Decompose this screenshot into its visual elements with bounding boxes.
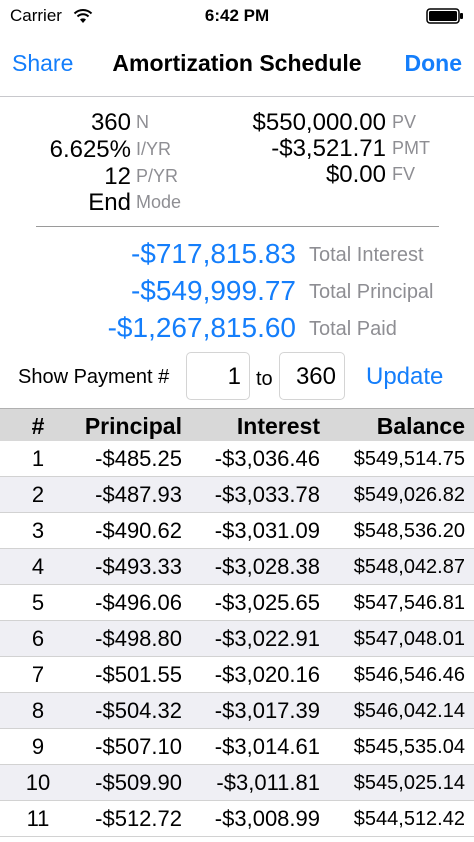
mode-label: Mode: [136, 192, 182, 212]
table-row: 1 -$485.25 -$3,036.46 $549,514.75: [0, 441, 474, 477]
clock: 6:42 PM: [204, 6, 270, 25]
row-balance: $546,546.46: [353, 664, 465, 686]
row-principal: -$496.06: [95, 590, 182, 615]
n-label: N: [136, 112, 149, 132]
row-balance: $549,514.75: [353, 448, 465, 470]
pmt-label: PMT: [392, 138, 430, 158]
table-row: 9 -$507.10 -$3,014.61 $545,535.04: [0, 729, 474, 765]
total-principal-label: Total Principal: [309, 281, 434, 303]
table-row: 10 -$509.90 -$3,011.81 $545,025.14: [0, 765, 474, 801]
row-interest: -$3,028.38: [214, 554, 320, 579]
row-number: 10: [25, 770, 51, 795]
total-paid-value: -$1,267,815.60: [107, 312, 296, 343]
row-balance: $549,026.82: [353, 484, 465, 506]
header-balance: Balance: [376, 413, 465, 439]
fv-value: $0.00: [325, 161, 386, 188]
table-header: # Principal Interest Balance: [0, 408, 474, 441]
row-balance: $547,048.01: [353, 628, 465, 650]
row-principal: -$507.10: [95, 734, 182, 759]
total-principal-value: -$549,999.77: [130, 275, 296, 306]
row-principal: -$498.80: [95, 626, 182, 651]
row-number: 4: [31, 554, 45, 579]
row-interest: -$3,011.81: [216, 770, 320, 795]
payment-to-field[interactable]: 360: [279, 352, 345, 400]
row-interest: -$3,020.16: [214, 662, 320, 687]
page-title: Amortization Schedule: [112, 50, 362, 76]
update-button[interactable]: Update: [366, 363, 443, 391]
row-balance: $548,536.20: [353, 520, 465, 542]
row-number: 8: [31, 698, 45, 723]
mode-value: End: [88, 189, 131, 216]
total-paid-label: Total Paid: [309, 318, 397, 340]
n-value: 360: [90, 109, 131, 136]
to-label: to: [256, 368, 273, 390]
row-interest: -$3,014.61: [214, 734, 320, 759]
pv-label: PV: [392, 112, 417, 132]
table-row: 7 -$501.55 -$3,020.16 $546,546.46: [0, 657, 474, 693]
divider: [36, 226, 439, 227]
row-interest: -$3,033.78: [214, 482, 320, 507]
row-number: 11: [26, 806, 50, 831]
row-number: 7: [31, 662, 45, 687]
amortization-table: # Principal Interest Balance 1 -$485.25 -$…: [0, 408, 474, 837]
table-row: 4 -$493.33 -$3,028.38 $548,042.87: [0, 549, 474, 585]
row-balance: $548,042.87: [353, 556, 465, 578]
row-principal: -$490.62: [95, 518, 182, 543]
row-number: 5: [31, 590, 45, 615]
table-row: 8 -$504.32 -$3,017.39 $546,042.14: [0, 693, 474, 729]
status-bar: Carrier 6:42 PM: [0, 0, 474, 34]
row-number: 3: [31, 518, 45, 543]
pyr-label: P/YR: [136, 166, 179, 186]
header-number: #: [31, 413, 45, 439]
header-principal: Principal: [84, 413, 182, 439]
row-balance: $545,025.14: [353, 772, 465, 794]
row-interest: -$3,031.09: [214, 518, 320, 543]
table-row: 6 -$498.80 -$3,022.91 $547,048.01: [0, 621, 474, 657]
show-payment-label: Show Payment #: [18, 366, 170, 388]
row-balance: $546,042.14: [353, 700, 465, 722]
table-row: 5 -$496.06 -$3,025.65 $547,546.81: [0, 585, 474, 621]
header-interest: Interest: [236, 413, 320, 439]
row-principal: -$487.93: [95, 482, 182, 507]
table-body: 1 -$485.25 -$3,036.46 $549,514.75 2 -$487.93 -…: [0, 441, 474, 837]
total-interest-value: -$717,815.83: [130, 238, 296, 269]
pv-value: $550,000.00: [252, 109, 386, 136]
row-balance: $547,546.81: [353, 592, 465, 614]
navigation-bar: Share Amortization Schedule Done: [0, 34, 474, 97]
row-number: 2: [31, 482, 45, 507]
row-principal: -$485.25: [95, 446, 182, 471]
row-number: 1: [31, 446, 45, 471]
battery-icon: [426, 8, 463, 24]
table-row: 3 -$490.62 -$3,031.09 $548,536.20: [0, 513, 474, 549]
row-principal: -$493.33: [95, 554, 182, 579]
row-balance: $545,535.04: [353, 736, 465, 758]
row-number: 9: [31, 734, 45, 759]
row-interest: -$3,017.39: [214, 698, 320, 723]
row-interest: -$3,025.65: [214, 590, 320, 615]
pmt-value: -$3,521.71: [271, 135, 386, 162]
row-interest: -$3,036.46: [214, 446, 320, 471]
table-row: 2 -$487.93 -$3,033.78 $549,026.82: [0, 477, 474, 513]
row-principal: -$512.72: [95, 806, 182, 831]
row-number: 6: [31, 626, 45, 651]
done-button[interactable]: Done: [405, 50, 463, 77]
row-balance: $544,512.42: [353, 808, 465, 830]
fv-label: FV: [392, 164, 416, 184]
row-interest: -$3,022.91: [214, 626, 320, 651]
row-principal: -$504.32: [95, 698, 182, 723]
total-interest-label: Total Interest: [309, 244, 424, 266]
pyr-value: 12: [104, 163, 131, 190]
table-row: 11 -$512.72 -$3,008.99 $544,512.42: [0, 801, 474, 837]
iyr-value: 6.625%: [49, 136, 131, 163]
row-interest: -$3,008.99: [214, 806, 320, 831]
row-principal: -$501.55: [95, 662, 182, 687]
iyr-label: I/YR: [136, 139, 172, 159]
payment-from-field[interactable]: 1: [186, 352, 250, 400]
row-principal: -$509.90: [95, 770, 182, 795]
